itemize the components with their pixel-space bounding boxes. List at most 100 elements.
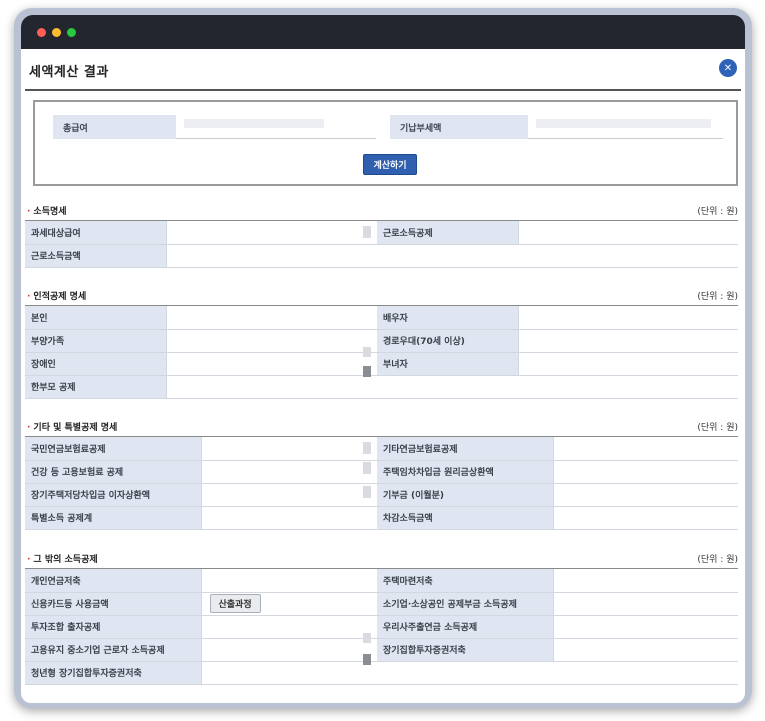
table-label: 부양가족 <box>25 329 167 353</box>
total-salary-label: 총급여 <box>53 115 176 139</box>
table-label: 투자조합 출자공제 <box>25 615 202 639</box>
table-value <box>166 221 377 245</box>
table-label: 건강 등 고용보험료 공제 <box>25 460 202 484</box>
table-label: 신용카드등 사용금액 <box>25 592 202 616</box>
table-value <box>553 460 738 484</box>
dialog-title: 세액계산 결과 <box>29 65 109 80</box>
table-row: 한부모 공제 <box>25 365 738 399</box>
table-label: 기부금 (이월분) <box>377 483 554 507</box>
calc-process-button[interactable]: 산출과정 <box>209 594 261 613</box>
table-row: 장애인 부녀자 <box>25 346 738 376</box>
table-row: 투자조합 출자공제 우리사주출연금 소득공제 <box>25 615 738 639</box>
section-title: · 인적공제 명세 <box>27 292 87 302</box>
table-row: 특별소득 공제계 차감소득금액 <box>25 506 738 530</box>
value-marker <box>363 346 371 357</box>
table-row: 부양가족 경로우대(70세 이상) <box>25 329 738 353</box>
table-row: 장기주택저당차입금 이자상환액 기부금 (이월분) <box>25 483 738 507</box>
table-value <box>553 592 738 616</box>
income-table: 과세대상급여 근로소득공제 근로소득금액 <box>25 221 738 268</box>
maximize-window-dot[interactable] <box>67 28 76 37</box>
table-value <box>201 460 377 484</box>
paid-tax-label: 기납부세액 <box>390 115 528 139</box>
table-value <box>166 365 377 399</box>
table-value <box>201 615 377 639</box>
value-marker <box>363 461 371 474</box>
table-row: 신용카드등 사용금액 산출과정 소기업·소상공인 공제부금 소득공제 <box>25 592 738 616</box>
table-label: 청년형 장기집합투자증권저축 <box>25 661 202 685</box>
window-titlebar <box>21 15 745 49</box>
table-label: 배우자 <box>377 306 519 330</box>
table-label: 장애인 <box>25 352 167 376</box>
paid-tax-input[interactable] <box>528 115 723 139</box>
value-marker <box>363 365 371 377</box>
table-label: 본인 <box>25 306 167 330</box>
table-value <box>553 615 738 639</box>
table-value <box>201 437 377 461</box>
table-value <box>553 638 738 662</box>
value-marker <box>363 653 371 665</box>
table-label: 근로소득공제 <box>377 221 519 245</box>
total-salary-input[interactable] <box>176 115 376 139</box>
table-label: 기타연금보험료공제 <box>377 437 554 461</box>
table-value <box>553 661 738 685</box>
table-value <box>518 329 738 353</box>
table-row: 근로소득금액 <box>25 244 738 268</box>
table-value <box>553 483 738 507</box>
input-panel: 총급여 기납부세액 계산하기 <box>33 100 738 186</box>
value-marker <box>363 226 371 238</box>
table-row: 본인 배우자 <box>25 306 738 330</box>
personal-table: 본인 배우자 부양가족 경로우대(70세 이상) 장애인 부녀자 한부모 공제 <box>25 306 738 399</box>
table-label: 특별소득 공제계 <box>25 506 202 530</box>
section-title: · 소득명세 <box>27 207 67 217</box>
unit-label: (단위 : 원) <box>697 555 738 565</box>
table-row: 건강 등 고용보험료 공제 주택임차차입금 원리금상환액 <box>25 460 738 484</box>
total-salary-row: 총급여 <box>53 115 376 139</box>
value-marker <box>363 442 371 454</box>
table-value <box>166 306 377 330</box>
table-value <box>166 329 377 353</box>
table-row: 국민연금보험료공제 기타연금보험료공제 <box>25 437 738 461</box>
table-label: 경로우대(70세 이상) <box>377 329 519 353</box>
close-icon[interactable]: ✕ <box>719 59 737 77</box>
paid-tax-placeholder <box>536 119 711 128</box>
dialog-header: 세액계산 결과 ✕ <box>25 49 741 91</box>
table-value <box>201 483 377 507</box>
table-value <box>518 352 738 376</box>
table-label: 장기주택저당차입금 이자상환액 <box>25 483 202 507</box>
value-marker <box>363 632 371 643</box>
table-label: 부녀자 <box>377 352 519 376</box>
table-label: 고용유지 중소기업 근로자 소득공제 <box>25 638 202 662</box>
table-label: 국민연금보험료공제 <box>25 437 202 461</box>
table-label: 근로소득금액 <box>25 244 167 268</box>
table-value <box>518 221 738 245</box>
table-value <box>553 569 738 593</box>
section-title: · 기타 및 특별공제 명세 <box>27 423 118 433</box>
table-empty-cell <box>377 375 518 399</box>
table-label: 차감소득금액 <box>377 506 554 530</box>
table-row: 개인연금저축 주택마련저축 <box>25 569 738 593</box>
table-value <box>166 244 738 268</box>
table-label: 주택임차차입금 원리금상환액 <box>377 460 554 484</box>
table-label: 과세대상급여 <box>25 221 167 245</box>
table-value <box>553 437 738 461</box>
close-window-dot[interactable] <box>37 28 46 37</box>
table-label: 주택마련저축 <box>377 569 554 593</box>
table-label: 우리사주출연금 소득공제 <box>377 615 554 639</box>
table-value <box>201 653 377 685</box>
minimize-window-dot[interactable] <box>52 28 61 37</box>
unit-label: (단위 : 원) <box>697 292 738 302</box>
table-value <box>553 506 738 530</box>
special-table: 국민연금보험료공제 기타연금보험료공제 건강 등 고용보험료 공제 주택임차차입… <box>25 437 738 530</box>
section-title: · 그 밖의 소득공제 <box>27 555 98 565</box>
app-frame: 세액계산 결과 ✕ 총급여 기납부세액 계산하기 ·소득명세 (단위 : 원) <box>14 8 752 708</box>
table-label: 개인연금저축 <box>25 569 202 593</box>
table-label: 장기집합투자증권저축 <box>377 638 554 662</box>
table-value <box>518 375 738 399</box>
unit-label: (단위 : 원) <box>697 423 738 433</box>
other-table: 개인연금저축 주택마련저축 신용카드등 사용금액 산출과정 소기업·소상공인 공… <box>25 569 738 685</box>
table-value <box>201 569 377 593</box>
calculate-button[interactable]: 계산하기 <box>363 154 417 175</box>
paid-tax-row: 기납부세액 <box>390 115 723 139</box>
table-row: 과세대상급여 근로소득공제 <box>25 221 738 245</box>
table-empty-cell <box>377 661 553 685</box>
